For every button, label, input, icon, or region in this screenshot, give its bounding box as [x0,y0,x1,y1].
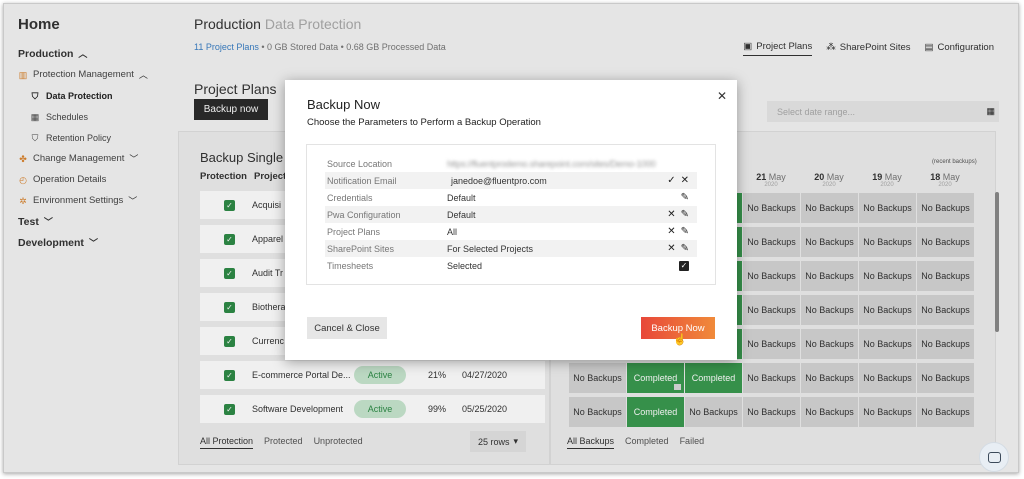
param-label: Credentials [327,192,373,203]
param-pwa-configuration: Pwa Configuration Default ✕ ✎ [325,206,697,223]
param-source-location: Source Location https://fluentprodemo.sha… [325,155,697,172]
param-sharepoint-sites: SharePoint Sites For Selected Projects ✕ ✎ [325,240,697,257]
param-value: All [447,226,458,237]
clear-x-icon[interactable]: ✕ [667,209,675,220]
edit-pencil-icon[interactable]: ✎ [681,192,689,203]
param-project-plans: Project Plans All ✕ ✎ [325,223,697,240]
param-label: Pwa Configuration [327,209,401,220]
clear-x-icon[interactable]: ✕ [667,243,675,254]
param-label: Source Location [327,158,393,169]
param-credentials: Credentials Default ✎ [325,189,697,206]
clear-x-icon[interactable]: ✕ [667,226,675,237]
dialog-title: Backup Now [307,97,380,112]
cancel-close-button[interactable]: Cancel & Close [307,317,387,339]
edit-pencil-icon[interactable]: ✎ [681,226,689,237]
chat-icon[interactable] [979,442,1009,472]
param-value: Default [447,192,476,203]
param-value: Default [447,209,476,220]
parameters-box: Source Location https://fluentprodemo.sha… [306,144,716,285]
dialog-subtitle: Choose the Parameters to Perform a Backu… [307,117,541,128]
timesheets-checkbox[interactable]: ✓ [679,260,689,271]
backup-now-dialog: Backup Now Choose the Parameters to Perf… [285,80,737,360]
param-value: For Selected Projects [447,243,534,254]
app-window: Home Production ︿ ▥ Protection Management ︿… [3,3,1019,473]
close-icon[interactable]: ✕ [717,89,727,103]
param-label: Timesheets [327,260,374,271]
param-label: Project Plans [327,226,381,237]
edit-pencil-icon[interactable]: ✎ [681,209,689,220]
param-value: Selected [447,260,483,271]
hand-cursor-icon: ☝ [673,334,687,346]
param-value: https://fluentprodemo.sharepoint.com/sit… [447,158,656,169]
edit-pencil-icon[interactable]: ✎ [681,243,689,254]
confirm-check-icon[interactable]: ✓ [667,175,675,186]
param-label: Notification Email [327,175,397,186]
param-timesheets: Timesheets Selected ✓ [325,257,697,274]
param-label: SharePoint Sites [327,243,395,254]
cancel-x-icon[interactable]: ✕ [681,175,689,186]
param-value[interactable]: janedoe@fluentpro.com [447,176,547,186]
param-notification-email: Notification Email janedoe@fluentpro.com ✓… [325,172,697,189]
